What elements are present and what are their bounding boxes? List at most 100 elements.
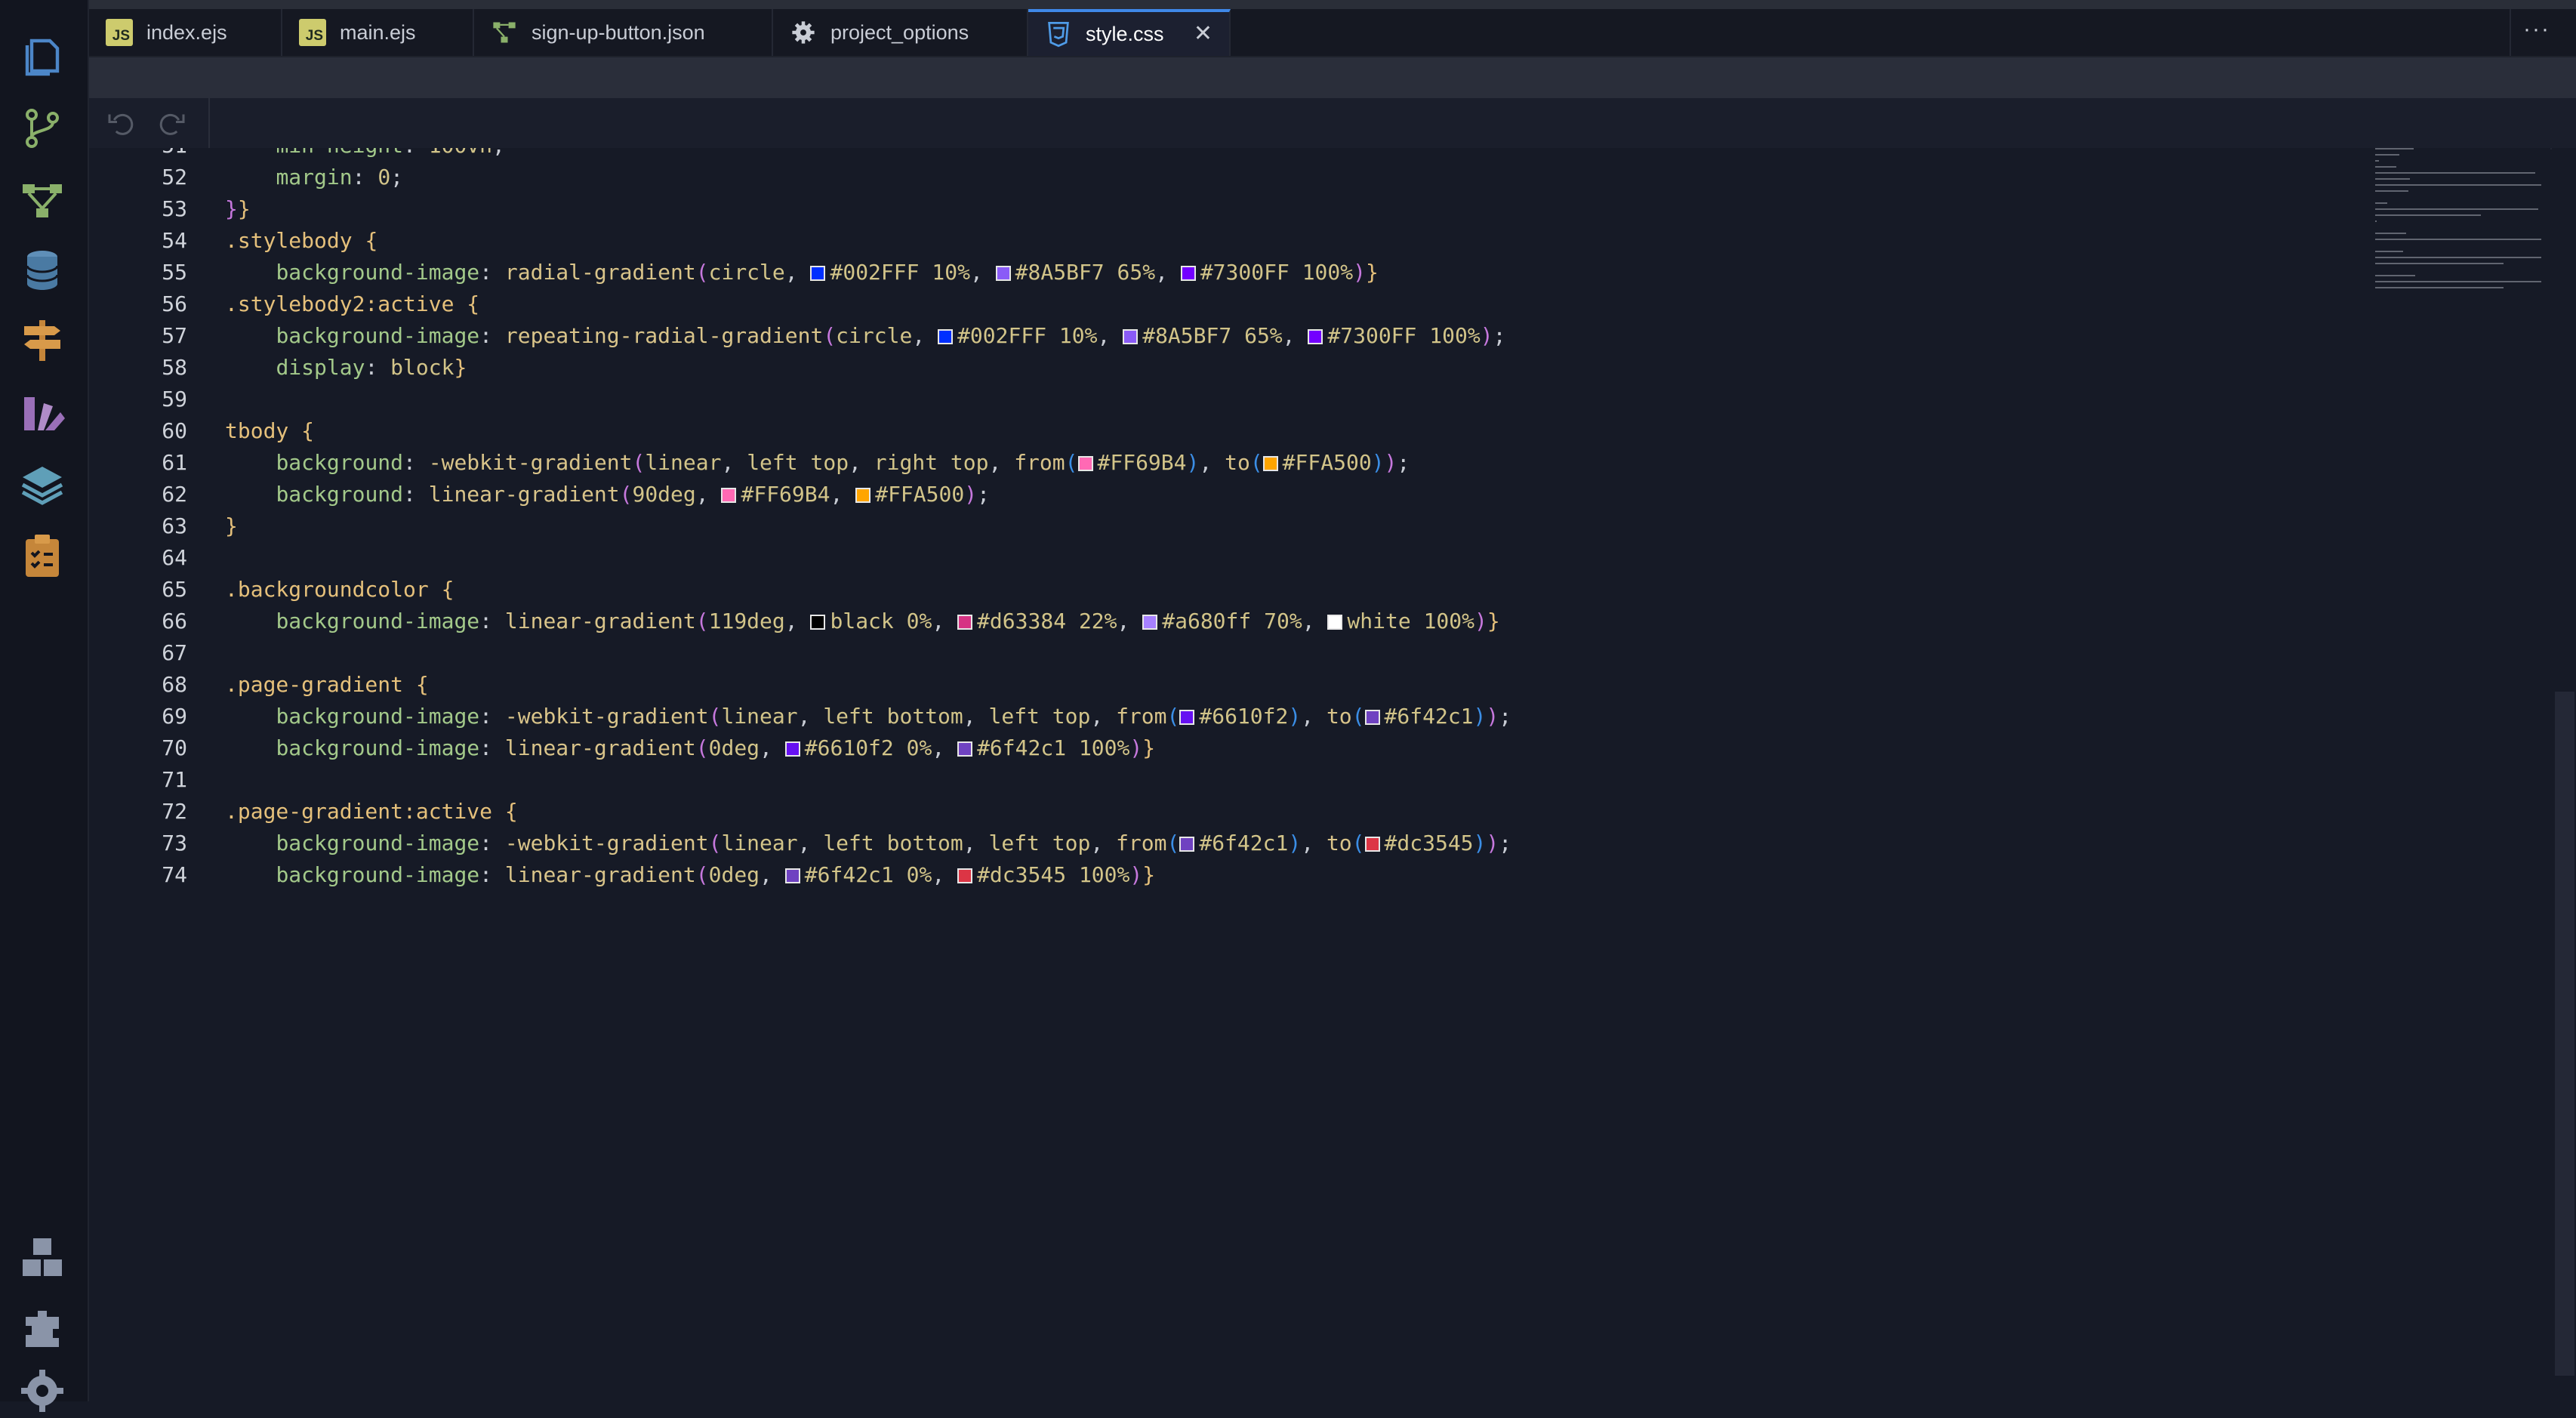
line-content: } (225, 510, 238, 542)
code-token: .stylebody (225, 228, 365, 253)
code-token: , (760, 735, 785, 760)
code-token: 0% (893, 862, 932, 887)
code-token: 100% (1289, 260, 1354, 285)
tab-project-options[interactable]: project_options (773, 9, 1028, 56)
settings-icon[interactable] (15, 1364, 69, 1418)
color-swatch[interactable] (1180, 266, 1196, 281)
tasks-icon[interactable] (15, 529, 69, 583)
code-token: } (237, 196, 251, 221)
code-token: } (1366, 260, 1379, 285)
code-token: .page-gradient (225, 672, 416, 697)
code-token: ( (1065, 450, 1078, 475)
color-swatch[interactable] (1077, 456, 1093, 471)
code-token: : (479, 704, 505, 729)
extensions-icon[interactable] (15, 1300, 69, 1355)
color-swatch[interactable] (957, 615, 973, 630)
code-token: ) (1129, 862, 1143, 887)
color-swatch[interactable] (957, 868, 973, 883)
code-token: , (1117, 609, 1143, 633)
line-content: .stylebody { (225, 225, 377, 257)
color-swatch[interactable] (855, 488, 871, 503)
flow-icon[interactable] (15, 174, 69, 228)
code-token: #FFA500 (1282, 450, 1372, 475)
code-token: , (932, 735, 958, 760)
tab-bar: JS index.ejs JS main.ejs sign-up-button.… (89, 9, 2576, 57)
color-swatch[interactable] (957, 741, 973, 757)
line-number: 61 (162, 450, 187, 475)
code-token: { (467, 291, 480, 316)
line-number: 67 (162, 640, 187, 665)
code-token: #FF69B4 (741, 482, 830, 507)
code-token: left top (747, 450, 849, 475)
code-token: #002FFF (830, 260, 920, 285)
line-content: .backgroundcolor { (225, 574, 454, 606)
window-top-strip (0, 0, 2576, 9)
color-swatch[interactable] (1364, 710, 1380, 725)
minimap-line (2375, 148, 2414, 150)
tab-style-css[interactable]: style.css ✕ (1028, 9, 1231, 56)
layers-icon[interactable] (15, 458, 69, 512)
color-swatch[interactable] (1142, 615, 1158, 630)
explorer-icon[interactable] (15, 29, 69, 83)
line-content: .page-gradient:active { (225, 796, 518, 828)
code-token: ) (1486, 831, 1499, 855)
tab-label: main.ejs (340, 20, 416, 44)
vertical-scrollbar[interactable] (2552, 148, 2576, 1401)
redo-icon[interactable] (156, 107, 189, 140)
design-icon[interactable] (15, 385, 69, 439)
code-token: background-image (276, 260, 480, 285)
color-swatch[interactable] (938, 329, 954, 344)
line-number: 59 (162, 387, 187, 412)
database-icon[interactable] (15, 243, 69, 297)
color-swatch[interactable] (1327, 615, 1343, 630)
tab-sign-up-button-json[interactable]: sign-up-button.json (474, 9, 773, 56)
minimap[interactable] (2371, 148, 2552, 375)
code-token: 90deg (632, 482, 696, 507)
minimap-line (2375, 257, 2541, 258)
color-swatch[interactable] (784, 741, 800, 757)
color-swatch[interactable] (1123, 329, 1139, 344)
code-token: 65% (1104, 260, 1156, 285)
signpost-icon[interactable] (15, 313, 69, 367)
color-swatch[interactable] (810, 615, 826, 630)
tab-main-ejs[interactable]: JS main.ejs (282, 9, 474, 56)
color-swatch[interactable] (784, 868, 800, 883)
code-token: : (403, 482, 429, 507)
color-swatch[interactable] (1179, 837, 1195, 852)
color-swatch[interactable] (810, 266, 826, 281)
line-number: 63 (162, 513, 187, 538)
packages-icon[interactable] (15, 1231, 69, 1285)
code-editor[interactable]: 51 min-height: 100vh; 52 margin: 0; 53}} 54… (89, 148, 2550, 1401)
undo-icon[interactable] (104, 107, 137, 140)
code-token: #8A5BF7 (1142, 323, 1232, 348)
line-number: 53 (162, 196, 187, 221)
color-swatch[interactable] (1308, 329, 1323, 344)
tab-label: project_options (830, 20, 969, 44)
color-swatch[interactable] (1262, 456, 1278, 471)
code-token: #6610f2 (1199, 704, 1289, 729)
scrollbar-thumb[interactable] (2555, 692, 2574, 1376)
source-control-icon[interactable] (15, 101, 69, 156)
code-token: from (1014, 450, 1065, 475)
code-token: , (912, 323, 938, 348)
color-swatch[interactable] (1179, 710, 1195, 725)
line-content: background-image: -webkit-gradient(linea… (225, 828, 1511, 859)
close-icon[interactable]: ✕ (1194, 23, 1213, 45)
color-swatch[interactable] (1364, 837, 1380, 852)
line-number: 74 (162, 862, 187, 887)
code-token: , (797, 704, 824, 729)
tab-index-ejs[interactable]: JS index.ejs (89, 9, 282, 56)
code-token: , (969, 260, 996, 285)
code-token: left top (988, 704, 1091, 729)
color-swatch[interactable] (721, 488, 737, 503)
color-swatch[interactable] (995, 266, 1011, 281)
code-token: #7300FF (1200, 260, 1290, 285)
line-number: 73 (162, 831, 187, 855)
code-token: ( (1249, 450, 1263, 475)
more-actions-icon[interactable]: ··· (2523, 17, 2550, 42)
code-token: #FFA500 (875, 482, 965, 507)
